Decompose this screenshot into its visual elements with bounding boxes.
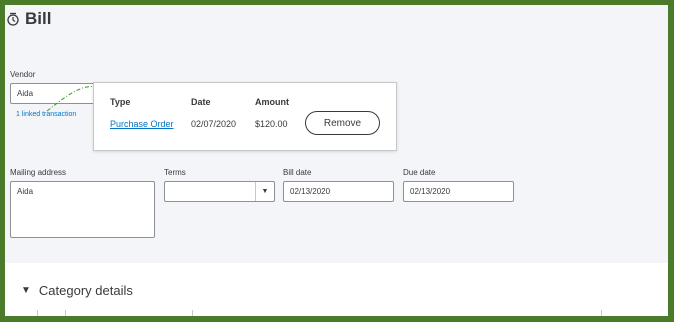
transaction-amount: $120.00 — [255, 119, 288, 129]
category-details-title: Category details — [38, 283, 133, 298]
col-header-amount: Amount — [255, 97, 289, 107]
category-details-toggle[interactable]: ▼ Category details — [21, 283, 133, 298]
caret-down-icon: ▼ — [21, 285, 31, 296]
table-column-divider — [601, 310, 602, 316]
table-column-divider — [37, 310, 38, 316]
dropdown-arrow-icon[interactable]: ▼ — [255, 182, 274, 201]
bill-date-label: Bill date — [283, 168, 312, 177]
due-date-label: Due date — [403, 168, 436, 177]
remove-button[interactable]: Remove — [305, 111, 380, 135]
vendor-label: Vendor — [10, 70, 36, 79]
purchase-order-link[interactable]: Purchase Order — [110, 119, 174, 129]
page-header: Bill — [7, 9, 51, 29]
terms-select[interactable]: ▼ — [164, 181, 275, 202]
terms-label: Terms — [164, 168, 186, 177]
mailing-address-field[interactable]: Aida — [10, 181, 155, 238]
mailing-address-label: Mailing address — [10, 168, 67, 177]
page-title: Bill — [25, 9, 52, 28]
mailing-address-value: Aida — [17, 187, 34, 196]
screenshot-frame: Bill Vendor Aida 1 linked transaction Ty… — [0, 0, 674, 322]
bill-date-value: 02/13/2020 — [290, 187, 331, 196]
col-header-type: Type — [110, 97, 131, 107]
bill-date-input[interactable]: 02/13/2020 — [283, 181, 394, 202]
transaction-date: 02/07/2020 — [191, 119, 237, 129]
linked-transaction-popover: Type Date Amount Purchase Order 02/07/20… — [93, 82, 397, 151]
table-column-divider — [65, 310, 66, 316]
due-date-input[interactable]: 02/13/2020 — [403, 181, 514, 202]
vendor-value: Aida — [17, 89, 34, 98]
bill-page: Bill Vendor Aida 1 linked transaction Ty… — [5, 5, 668, 316]
col-header-date: Date — [191, 97, 211, 107]
due-date-value: 02/13/2020 — [410, 187, 451, 196]
category-details-section: ▼ Category details — [5, 263, 668, 316]
clock-icon — [7, 12, 19, 26]
table-column-divider — [192, 310, 193, 316]
